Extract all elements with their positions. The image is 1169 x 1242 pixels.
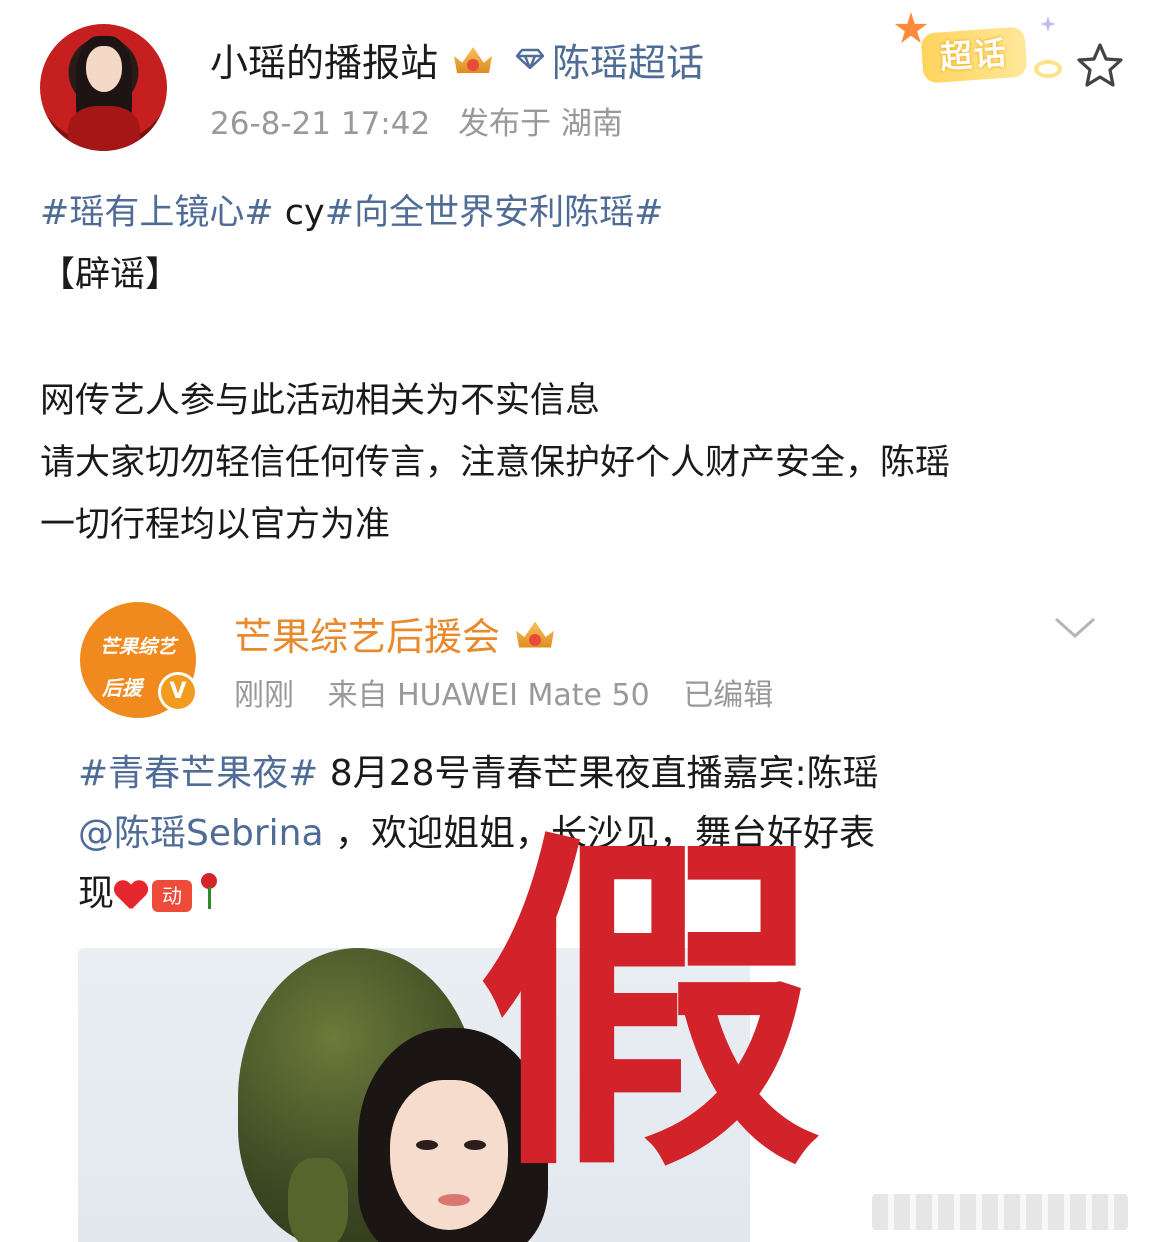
crown-icon: [512, 614, 558, 654]
chevron-down-icon[interactable]: [1052, 614, 1098, 642]
hashtag-link[interactable]: #向全世界安利陈瑶#: [325, 193, 664, 233]
avatar-body: [68, 106, 140, 151]
avatar-face: [86, 46, 122, 92]
post-meta: 26-8-21 17:42 发布于 湖南: [210, 98, 641, 143]
post-line: 网传艺人参与此活动相关为不实信息: [40, 381, 601, 421]
rose-icon: [198, 873, 220, 909]
photo-moss: [288, 1158, 348, 1242]
fake-stamp: 假: [477, 805, 820, 1213]
post-line: 【辟谣】: [40, 255, 181, 295]
badge-ring-icon: [1034, 60, 1062, 78]
repost-avatar-text: 芒果综艺: [99, 636, 176, 658]
repost-edited: 已编辑: [683, 678, 774, 713]
heart-icon: [114, 879, 148, 909]
reposted-screenshot[interactable]: 芒果综艺 后援 V 芒果综艺后援会 刚刚 来自 HUAWEI Mate 50 已…: [40, 586, 1140, 1242]
verified-icon: V: [158, 672, 198, 712]
watermark: [872, 1194, 1128, 1230]
post-location: 发布于 湖南: [458, 106, 623, 142]
topic-link[interactable]: 陈瑶超话: [552, 32, 704, 87]
mention-link[interactable]: @陈瑶Sebrina: [78, 813, 324, 854]
repost-name-line: 芒果综艺后援会: [234, 606, 558, 661]
chaohua-pill: 超话: [920, 26, 1028, 84]
repost-text: 现: [78, 873, 115, 914]
user-line: 小瑶的播报站 陈瑶超话: [210, 32, 704, 87]
post-hashtag-line: #瑶有上镜心# cy#向全世界安利陈瑶#: [40, 182, 1140, 244]
repost-avatar-text: 后援: [102, 676, 142, 700]
crown-icon: [450, 39, 496, 79]
sparkle-icon: [1040, 16, 1056, 32]
star-icon[interactable]: [1074, 40, 1126, 92]
repost-time: 刚刚: [234, 678, 294, 713]
jiayou-emoji-icon: 动: [152, 880, 193, 912]
chaohua-label: 超话: [938, 33, 1010, 77]
post-plain-text: cy: [273, 193, 325, 233]
chaohua-badge[interactable]: 超话: [892, 12, 1070, 90]
hashtag-link[interactable]: #瑶有上镜心#: [40, 193, 274, 233]
user-avatar[interactable]: [40, 24, 167, 151]
hashtag-link[interactable]: #青春芒果夜#: [78, 753, 318, 794]
post-timestamp: 26-8-21 17:42: [210, 106, 431, 142]
repost-text-line: #青春芒果夜# 8月28号青春芒果夜直播嘉宾:陈瑶: [78, 744, 1118, 804]
post-line: 请大家切勿轻信任何传言，注意保护好个人财产安全，陈瑶: [40, 443, 951, 483]
post-line: 一切行程均以官方为准: [40, 505, 391, 545]
diamond-icon: [515, 48, 545, 70]
repost-source: 来自 HUAWEI Mate 50: [327, 678, 650, 713]
repost-username[interactable]: 芒果综艺后援会: [234, 606, 500, 661]
username[interactable]: 小瑶的播报站: [210, 32, 438, 87]
repost-text: 8月28号青春芒果夜直播嘉宾:陈瑶: [318, 753, 879, 794]
photo-lips: [438, 1194, 470, 1206]
repost-meta: 刚刚 来自 HUAWEI Mate 50 已编辑: [234, 670, 797, 714]
photo-eye: [416, 1140, 438, 1150]
